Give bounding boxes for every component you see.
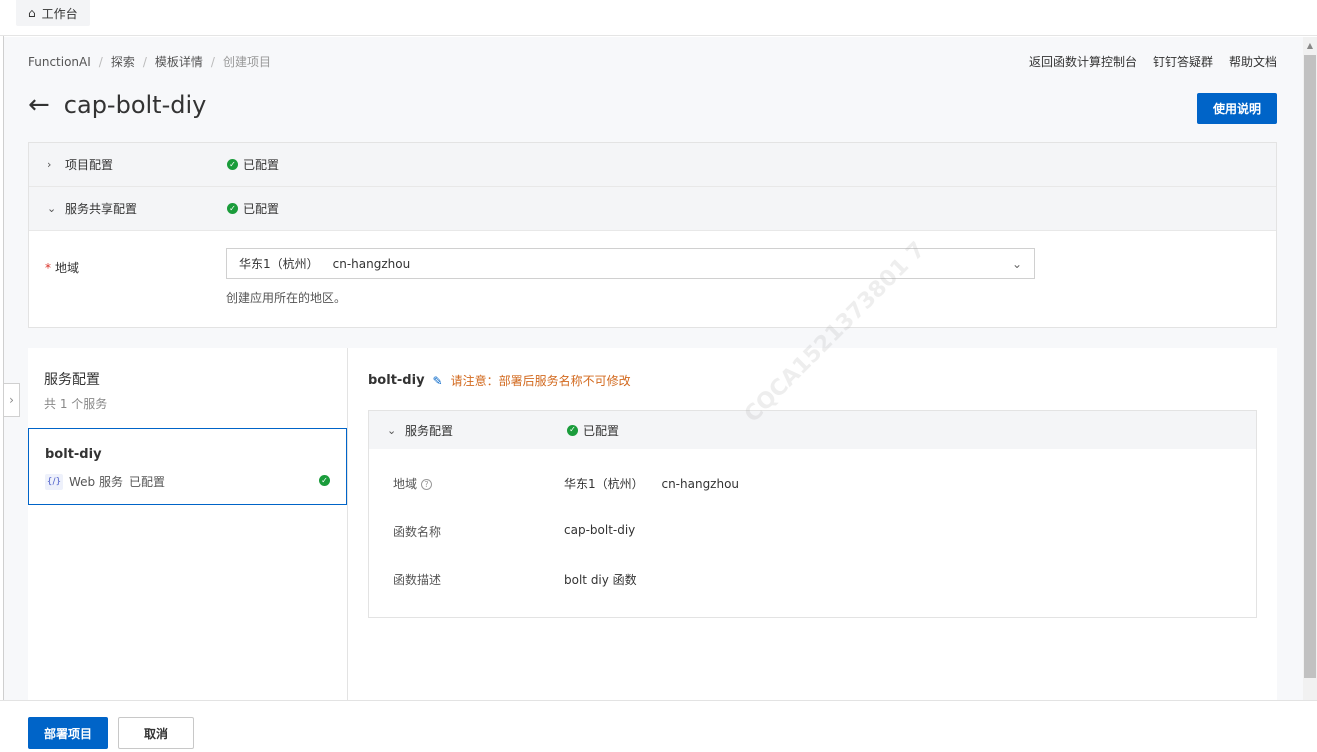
link-help-docs[interactable]: 帮助文档 xyxy=(1229,53,1277,70)
check-circle-icon: ✓ xyxy=(227,203,238,214)
chevron-right-icon: › xyxy=(9,393,14,407)
top-links: 返回函数计算控制台 钉钉答疑群 帮助文档 xyxy=(1029,53,1277,70)
check-circle-icon: ✓ xyxy=(567,424,578,436)
detail-region-code: cn-hangzhou xyxy=(661,477,740,491)
detail-region-value: 华东1（杭州） cn-hangzhou xyxy=(564,475,739,492)
expand-sidebar-tab[interactable]: › xyxy=(4,383,20,417)
check-circle-icon: ✓ xyxy=(227,159,238,170)
workbench-label: 工作台 xyxy=(41,6,78,21)
chevron-right-icon: › xyxy=(47,158,52,171)
config-panel: › 项目配置 ✓ 已配置 ⌄ 服务共享配置 ✓ 已配置 * 地域 华东1（杭州） … xyxy=(28,142,1277,328)
back-arrow-icon[interactable]: ← xyxy=(28,92,50,118)
service-list-title: 服务配置 xyxy=(44,372,100,388)
edit-icon[interactable]: ✎ xyxy=(433,374,443,388)
detail-fn-name-label: 函数名称 xyxy=(393,525,442,539)
status-text: 已配置 xyxy=(583,423,620,438)
breadcrumb: FunctionAI / 探索 / 模板详情 / 创建项目 xyxy=(28,53,271,70)
check-circle-icon: ✓ xyxy=(319,475,330,486)
home-icon: ⌂ xyxy=(28,6,36,20)
region-field-label: * 地域 xyxy=(45,259,79,276)
scrollbar[interactable]: ▲ xyxy=(1303,37,1317,700)
project-config-row[interactable]: › 项目配置 ✓ 已配置 xyxy=(29,143,1276,187)
region-label-text: 地域 xyxy=(55,261,80,275)
detail-fn-desc-label: 函数描述 xyxy=(393,573,442,587)
main-content: FunctionAI / 探索 / 模板详情 / 创建项目 返回函数计算控制台 … xyxy=(4,37,1303,700)
region-help-text: 创建应用所在的地区。 xyxy=(226,291,347,305)
detail-region-label: 地域? xyxy=(393,475,433,492)
breadcrumb-separator: / xyxy=(98,54,103,69)
status-text: 已配置 xyxy=(243,202,280,216)
status-badge: ✓ 已配置 xyxy=(227,200,279,217)
workbench-tab[interactable]: ⌂ 工作台 xyxy=(16,0,90,26)
service-card-name: bolt-diy xyxy=(45,447,102,462)
link-back-to-console[interactable]: 返回函数计算控制台 xyxy=(1029,53,1137,70)
service-count: 共 1 个服务 xyxy=(44,397,108,411)
service-config-header[interactable]: ⌄ 服务配置 ✓ 已配置 xyxy=(369,411,1256,449)
detail-region-label-text: 地域 xyxy=(393,477,418,491)
scroll-thumb[interactable] xyxy=(1304,55,1316,678)
breadcrumb-template-detail[interactable]: 模板详情 xyxy=(155,53,203,70)
service-name-warning: 请注意：部署后服务名称不可修改 xyxy=(450,374,631,388)
deploy-project-button[interactable]: 部署项目 xyxy=(28,717,108,749)
scroll-up-icon[interactable]: ▲ xyxy=(1303,37,1317,55)
footer-bar: 部署项目 取消 xyxy=(0,700,1317,752)
detail-fn-name-value: cap-bolt-diy xyxy=(564,523,636,537)
detail-region-name: 华东1（杭州） xyxy=(564,477,644,491)
service-detail-panel: bolt-diy ✎ 请注意：部署后服务名称不可修改 ⌄ 服务配置 ✓ 已配置 … xyxy=(348,348,1277,700)
breadcrumb-functionai[interactable]: FunctionAI xyxy=(28,55,91,69)
service-config-section: ⌄ 服务配置 ✓ 已配置 地域? 华东1（杭州） cn-hangzhou 函数名… xyxy=(368,410,1257,618)
required-mark: * xyxy=(45,261,51,275)
breadcrumb-separator: / xyxy=(210,54,215,69)
service-card-meta: {/} Web 服务 已配置 xyxy=(45,473,165,490)
usage-guide-button[interactable]: 使用说明 xyxy=(1197,93,1277,124)
region-select-name: 华东1（杭州） xyxy=(239,257,319,271)
service-name-row: bolt-diy ✎ 请注意：部署后服务名称不可修改 xyxy=(368,372,631,389)
function-code-icon: {/} xyxy=(45,473,63,490)
service-name: bolt-diy xyxy=(368,373,425,388)
chevron-down-icon: ⌄ xyxy=(387,423,397,437)
shared-config-label: 服务共享配置 xyxy=(65,202,138,216)
chevron-down-icon: ⌄ xyxy=(1011,256,1022,271)
region-select-code: cn-hangzhou xyxy=(332,256,411,271)
service-config-label: 服务配置 xyxy=(405,423,454,438)
top-bar: ⌂ 工作台 xyxy=(0,0,1317,36)
detail-fn-desc-value: bolt diy 函数 xyxy=(564,573,637,587)
shared-config-row[interactable]: ⌄ 服务共享配置 ✓ 已配置 xyxy=(29,187,1276,231)
project-config-label: 项目配置 xyxy=(65,158,114,172)
chevron-down-icon: ⌄ xyxy=(47,202,57,215)
link-dingtalk-group[interactable]: 钉钉答疑群 xyxy=(1153,53,1213,70)
service-status: 已配置 xyxy=(128,475,165,489)
service-card[interactable]: bolt-diy {/} Web 服务 已配置 ✓ xyxy=(28,428,347,505)
status-badge: ✓ 已配置 xyxy=(567,422,619,439)
region-select[interactable]: 华东1（杭州） cn-hangzhou ⌄ xyxy=(226,248,1035,279)
help-circle-icon[interactable]: ? xyxy=(421,479,433,490)
breadcrumb-explore[interactable]: 探索 xyxy=(111,53,135,70)
page-title: cap-bolt-diy xyxy=(63,91,207,119)
status-text: 已配置 xyxy=(243,158,280,172)
service-type: Web 服务 xyxy=(69,475,123,489)
breadcrumb-separator: / xyxy=(142,54,147,69)
status-badge: ✓ 已配置 xyxy=(227,156,279,173)
title-row: ← cap-bolt-diy xyxy=(28,91,206,119)
cancel-button[interactable]: 取消 xyxy=(118,717,194,749)
breadcrumb-create-project: 创建项目 xyxy=(222,55,271,69)
service-list-panel: 服务配置 共 1 个服务 bolt-diy {/} Web 服务 已配置 ✓ xyxy=(28,348,348,700)
